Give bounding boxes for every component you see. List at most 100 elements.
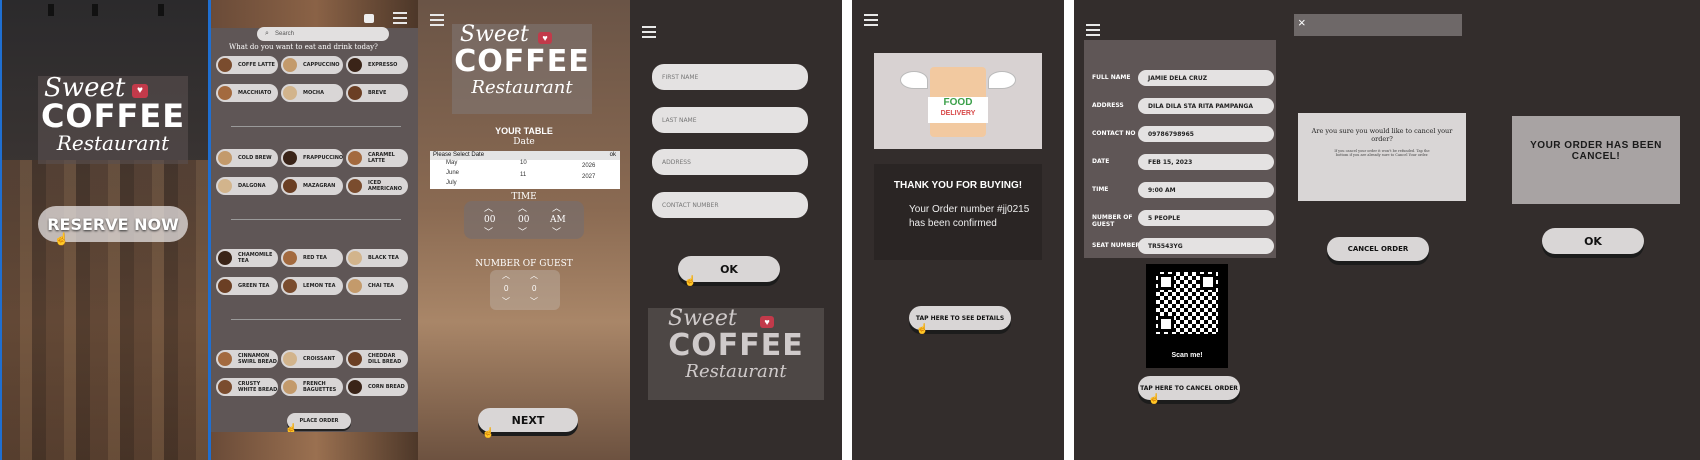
menu-hamburger-icon[interactable] (393, 12, 407, 24)
final-ok-label: OK (1584, 234, 1602, 248)
cart-icon[interactable] (364, 14, 374, 23)
menu-item-cold-drinks[interactable]: MAZAGRAN (281, 177, 343, 195)
menu-item-cold-drinks[interactable]: ICED AMERICANO (346, 177, 408, 195)
logo-script-bottom: Restaurant (685, 361, 787, 382)
chevron-down-icon[interactable]: ﹀ (502, 296, 510, 307)
menu-item-breads[interactable]: CINNAMON SWIRL BREAD (216, 350, 278, 368)
time-picker[interactable]: ︿ ︿ ︿ 00 00 AM ﹀ ﹀ ﹀ (464, 201, 584, 239)
wing-left-icon (900, 71, 928, 89)
menu-item-cold-drinks[interactable]: DALGONA (216, 177, 278, 195)
detail-value: 9:00 AM (1148, 186, 1176, 194)
menu-item-cold-drinks[interactable]: FRAPPUCCINO (281, 149, 343, 167)
contact-number-field[interactable]: CONTACT NUMBER (652, 192, 808, 218)
ok-label: OK (720, 262, 738, 276)
menu-item-hot-drinks[interactable]: CAPPUCCINO (281, 56, 343, 74)
menu-item-hot-drinks[interactable]: BREVE (346, 84, 408, 102)
menu-hamburger-icon[interactable] (1086, 24, 1100, 36)
menu-item-label: FRENCH BAGUETTES (303, 381, 337, 393)
search-input[interactable]: ⌕ Search (257, 27, 389, 41)
menu-prompt: What do you want to eat and drink today? (229, 43, 378, 51)
menu-item-label: CAPPUCCINO (303, 62, 340, 68)
menu-item-teas[interactable]: BLACK TEA (346, 249, 408, 267)
menu-item-teas[interactable]: RED TEA (281, 249, 343, 267)
screen-customer-form: FIRST NAME LAST NAME ADDRESS CONTACT NUM… (630, 0, 842, 460)
menu-item-breads[interactable]: CROISSANT (281, 350, 343, 368)
heart-icon: ♥ (132, 84, 148, 98)
qr-caption: Scan me! (1171, 352, 1203, 359)
menu-item-label: DALGONA (238, 183, 266, 189)
month-option[interactable]: May (446, 160, 457, 166)
detail-value: JAMIE DELA CRUZ (1148, 74, 1208, 82)
menu-item-label: COFFE LATTE (238, 62, 275, 68)
chevron-up-icon[interactable]: ︿ (518, 201, 527, 214)
day-option[interactable]: 11 (520, 172, 526, 178)
menu-hamburger-icon[interactable] (642, 26, 656, 38)
year-option[interactable]: 2026 (582, 163, 595, 169)
menu-item-teas[interactable]: CHAI TEA (346, 277, 408, 295)
ampm-value: AM (550, 215, 566, 225)
qr-code[interactable]: Scan me! (1146, 264, 1228, 368)
chevron-down-icon[interactable]: ﹀ (484, 225, 493, 238)
item-thumbnail (218, 251, 232, 265)
menu-item-hot-drinks[interactable]: MACCHIATO (216, 84, 278, 102)
cursor-hand-icon: ☝ (54, 232, 69, 246)
last-name-field[interactable]: LAST NAME (652, 107, 808, 133)
chevron-down-icon[interactable]: ﹀ (530, 296, 538, 307)
screen-reservation: Sweet COFFEE Restaurant ♥ YOUR TABLE Dat… (418, 0, 630, 460)
chevron-down-icon[interactable]: ﹀ (518, 225, 527, 238)
chevron-up-icon[interactable]: ︿ (552, 201, 561, 214)
item-thumbnail (348, 251, 362, 265)
cancel-fine-print: If you cancel your order it won't be ref… (1334, 149, 1430, 157)
month-option[interactable]: June (446, 170, 459, 176)
year-option[interactable]: 2027 (582, 174, 595, 180)
menu-item-hot-drinks[interactable]: COFFE LATTE (216, 56, 278, 74)
address-field[interactable]: ADDRESS (652, 149, 808, 175)
menu-item-label: MAZAGRAN (303, 183, 336, 189)
detail-value-field: 9:00 AM (1138, 182, 1274, 198)
menu-item-label: CHAMOMILE TEA (238, 252, 273, 264)
screen-menu: ⌕ Search What do you want to eat and dri… (208, 0, 418, 460)
item-thumbnail (348, 151, 362, 165)
screen-cancelled: YOUR ORDER HAS BEEN CANCEL! OK (1482, 0, 1700, 460)
date-picker[interactable]: Please Select Date ok May June July 10 1… (430, 151, 620, 189)
day-option[interactable]: 10 (520, 160, 527, 166)
chevron-down-icon[interactable]: ﹀ (552, 225, 561, 238)
menu-item-cold-drinks[interactable]: CARAMEL LATTE (346, 149, 408, 167)
cancelled-message: YOUR ORDER HAS BEEN CANCEL! (1530, 140, 1662, 162)
menu-item-hot-drinks[interactable]: MOCHA (281, 84, 343, 102)
reserve-now-label: RESERVE NOW (47, 214, 179, 234)
menu-item-teas[interactable]: GREEN TEA (216, 277, 278, 295)
menu-item-label: BLACK TEA (368, 255, 399, 261)
final-ok-button[interactable]: OK (1542, 228, 1644, 254)
menu-item-breads[interactable]: CORN BREAD (346, 378, 408, 396)
menu-item-breads[interactable]: CHEDDAR DILL BREAD (346, 350, 408, 368)
menu-item-breads[interactable]: CRUSTY WHITE BREAD (216, 378, 278, 396)
address-placeholder: ADDRESS (662, 158, 691, 166)
menu-item-breads[interactable]: FRENCH BAGUETTES (281, 378, 343, 396)
item-thumbnail (348, 86, 362, 100)
first-name-field[interactable]: FIRST NAME (652, 64, 808, 90)
brand-logo: Sweet COFFEE Restaurant ♥ (452, 24, 592, 114)
chevron-up-icon[interactable]: ︿ (502, 270, 510, 281)
menu-hamburger-icon[interactable] (430, 14, 444, 26)
menu-item-teas[interactable]: CHAMOMILE TEA (216, 249, 278, 267)
menu-item-teas[interactable]: LEMON TEA (281, 277, 343, 295)
month-option[interactable]: July (446, 180, 457, 186)
cancel-order-button[interactable]: CANCEL ORDER (1327, 237, 1429, 261)
detail-value-field: TR5543YG (1138, 238, 1274, 254)
section-divider (231, 319, 401, 320)
menu-item-hot-drinks[interactable]: EXPRESSO (346, 56, 408, 74)
order-number-text: Your Order number #jj0215 (909, 204, 1030, 215)
close-icon[interactable]: × (1298, 15, 1306, 30)
see-details-label: TAP HERE TO SEE DETAILS (915, 314, 1005, 322)
chevron-up-icon[interactable]: ︿ (484, 201, 493, 214)
chevron-up-icon[interactable]: ︿ (530, 270, 538, 281)
date-picker-ok[interactable]: ok (610, 151, 616, 160)
menu-item-cold-drinks[interactable]: COLD BREW (216, 149, 278, 167)
menu-hamburger-icon[interactable] (864, 14, 878, 26)
close-bar[interactable]: × (1294, 14, 1462, 36)
guest-picker[interactable]: ︿ ︿ 0 0 ﹀ ﹀ (490, 270, 560, 310)
screen-gap (1064, 0, 1074, 460)
cancel-order-tap-label: TAP HERE TO CANCEL ORDER (1140, 384, 1238, 392)
item-thumbnail (283, 86, 297, 100)
